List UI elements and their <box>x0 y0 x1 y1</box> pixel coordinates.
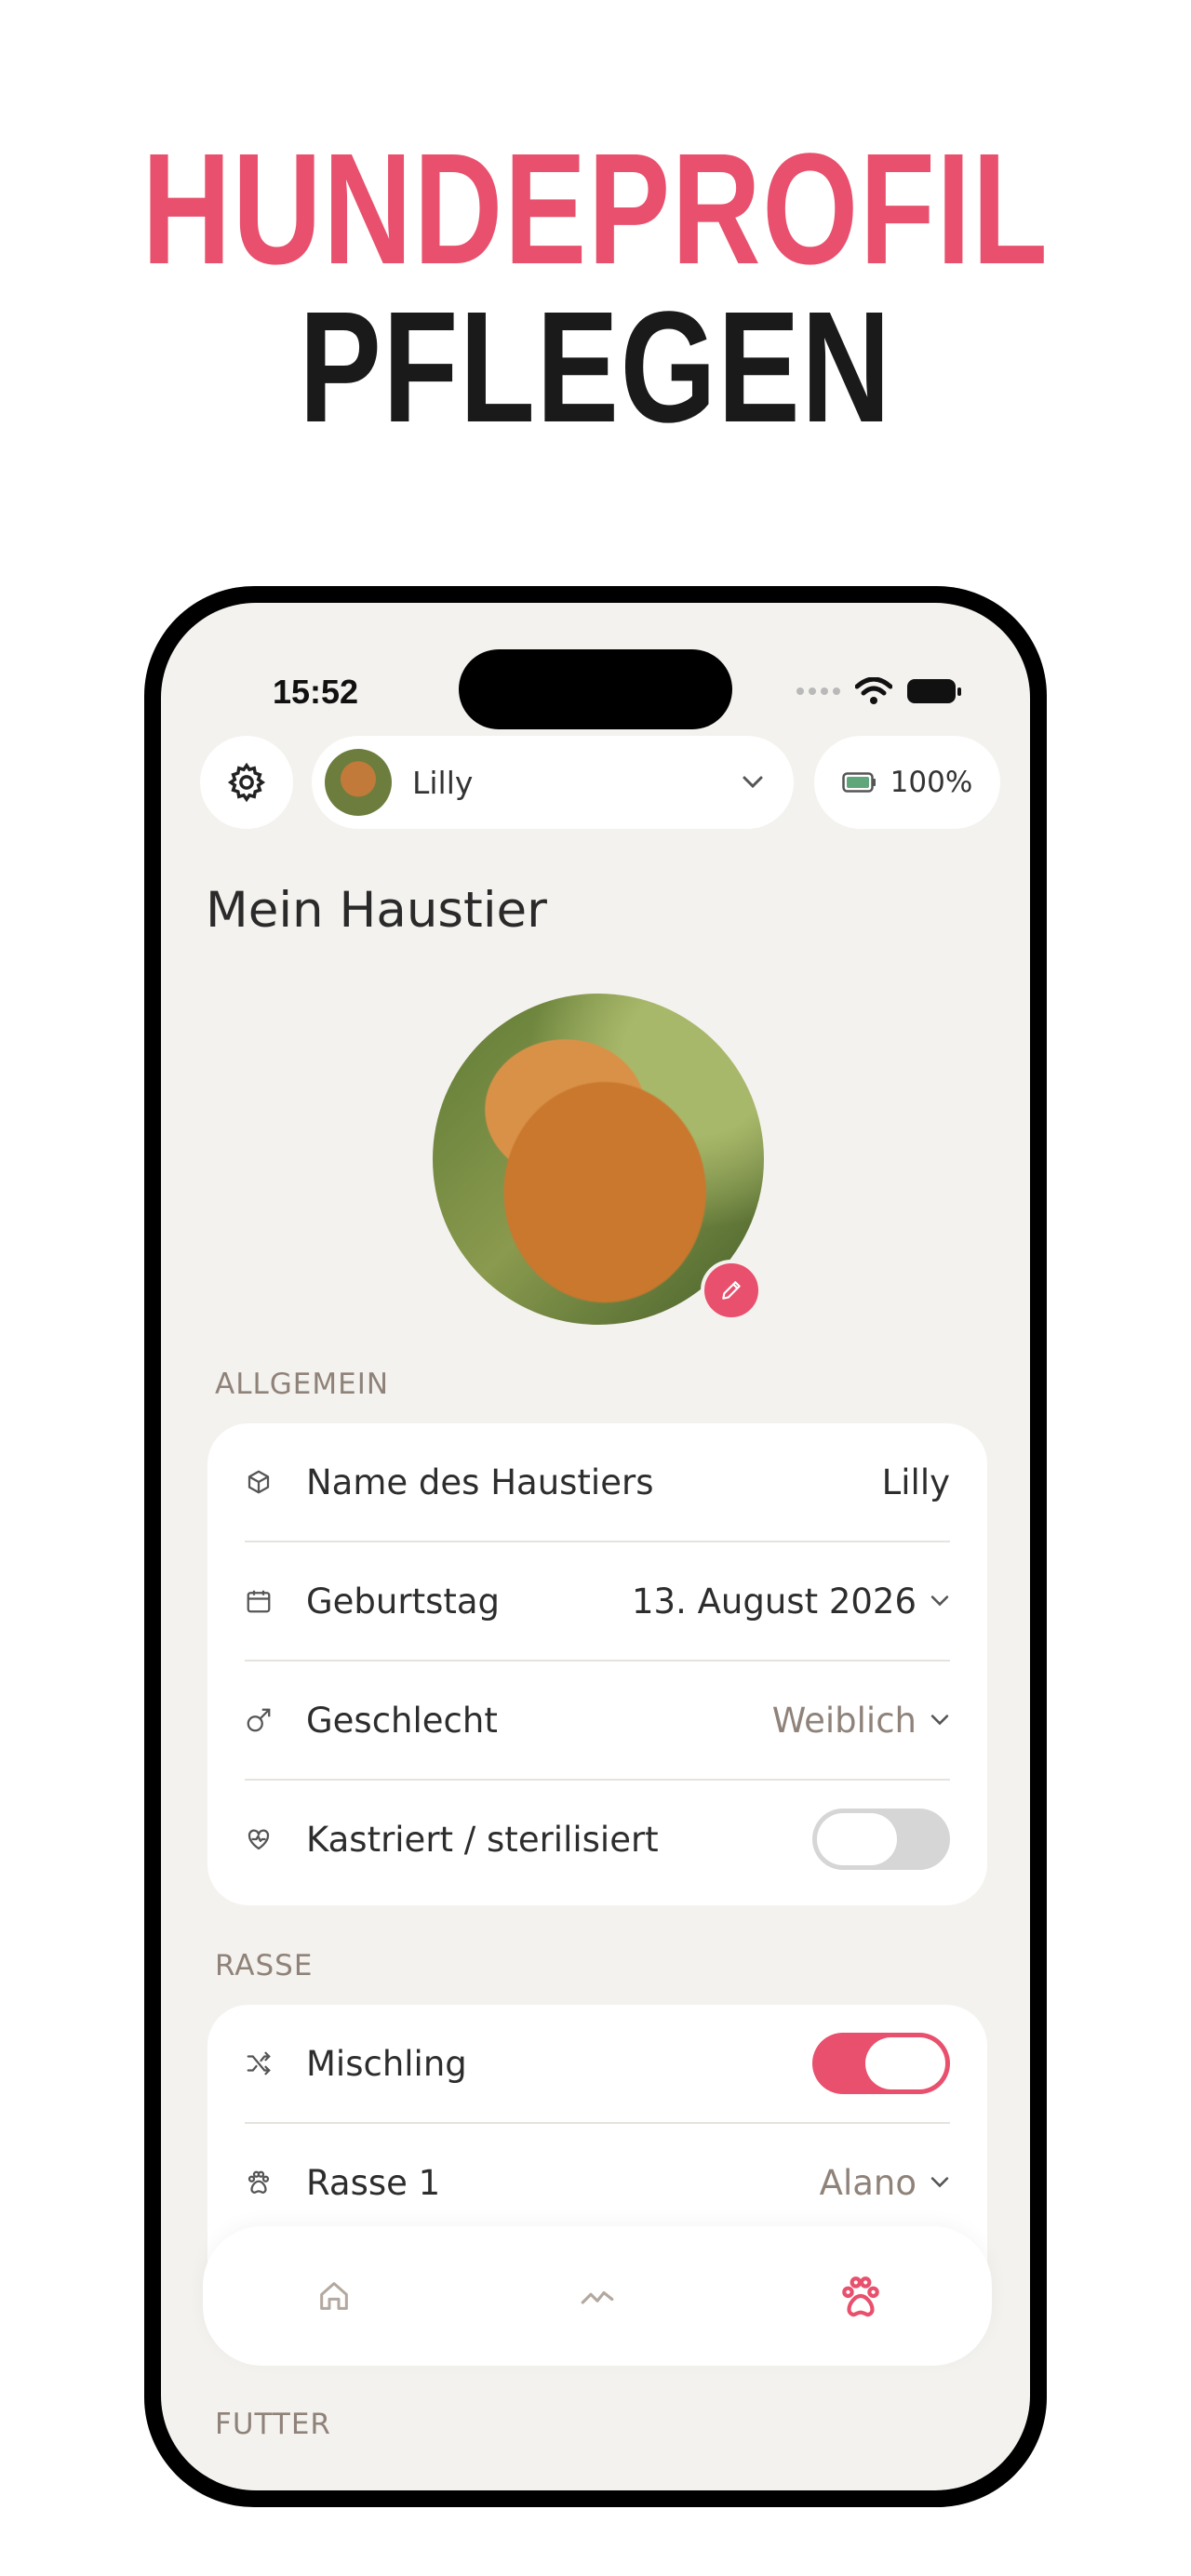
male-symbol-icon <box>245 1706 273 1734</box>
mixed-breed-row: Mischling <box>245 2005 950 2124</box>
device-battery-pill[interactable]: 100% <box>814 736 1000 829</box>
edit-photo-button[interactable] <box>701 1260 762 1321</box>
neutered-row: Kastriert / sterilisiert <box>245 1781 950 1898</box>
pet-name-row[interactable]: Name des Haustiers Lilly <box>245 1423 950 1542</box>
breed-1-value: Alano <box>819 2162 917 2203</box>
pet-selector[interactable]: Lilly <box>312 736 794 829</box>
shuffle-icon <box>245 2049 273 2077</box>
settings-button[interactable] <box>200 736 293 829</box>
mixed-breed-toggle[interactable] <box>812 2033 950 2094</box>
tab-activity[interactable] <box>551 2249 644 2342</box>
bottom-tab-bar <box>203 2226 992 2366</box>
paw-outline-icon <box>245 2169 273 2196</box>
section-label-breed: RASSE <box>215 1949 314 1982</box>
home-icon <box>320 2282 349 2310</box>
breed-1-row[interactable]: Rasse 1 Alano <box>245 2124 950 2243</box>
pet-avatar <box>325 749 392 816</box>
phone-screen: 15:52 Lilly 100% Mein Haustier ALLGEMEIN… <box>161 603 1030 2490</box>
calendar-icon <box>245 1587 273 1615</box>
gear-icon <box>227 762 266 803</box>
tab-home[interactable] <box>288 2249 381 2342</box>
heart-pulse-icon <box>245 1825 273 1853</box>
headline-line-1: HUNDEPROFIL <box>141 121 1050 298</box>
mixed-breed-label: Mischling <box>306 2043 467 2084</box>
wifi-icon <box>855 677 892 704</box>
chevron-down-icon <box>930 2177 949 2188</box>
signal-dots-icon <box>796 687 840 695</box>
activity-chart-icon <box>581 2290 614 2304</box>
paw-icon <box>841 2276 879 2317</box>
dynamic-island <box>459 649 732 729</box>
cube-icon <box>245 1468 273 1496</box>
battery-status-icon <box>907 679 961 703</box>
pet-selector-name: Lilly <box>412 764 474 801</box>
page-title: Mein Haustier <box>206 882 547 939</box>
general-card: Name des Haustiers Lilly Geburtstag 13. … <box>207 1423 987 1905</box>
gender-value-wrap: Weiblich <box>772 1701 950 1741</box>
chevron-down-icon <box>930 1715 949 1726</box>
gender-label: Geschlecht <box>306 1700 498 1741</box>
gender-value: Weiblich <box>771 1700 917 1741</box>
birthday-label: Geburtstag <box>306 1581 501 1622</box>
section-label-general: ALLGEMEIN <box>215 1368 390 1401</box>
chevron-down-icon <box>743 776 763 789</box>
headline-line-2: PFLEGEN <box>299 279 892 456</box>
breed-1-value-wrap: Alano <box>820 2163 950 2203</box>
pet-name-value: Lilly <box>881 1462 950 1502</box>
status-icons <box>796 677 961 705</box>
birthday-value-wrap: 13. August 2026 <box>632 1582 950 1622</box>
breed-1-label: Rasse 1 <box>306 2162 441 2203</box>
pencil-icon <box>722 1281 741 1300</box>
status-time: 15:52 <box>273 673 359 711</box>
neutered-label: Kastriert / sterilisiert <box>306 1819 659 1860</box>
chevron-down-icon <box>930 1595 949 1607</box>
phone-frame: 15:52 Lilly 100% Mein Haustier ALLGEMEIN… <box>144 586 1047 2507</box>
birthday-value: 13. August 2026 <box>631 1581 917 1622</box>
section-label-food: FUTTER <box>215 2408 331 2441</box>
neutered-toggle[interactable] <box>812 1809 950 1870</box>
pet-name-label: Name des Haustiers <box>306 1462 654 1502</box>
battery-icon <box>841 772 876 793</box>
tab-pet[interactable] <box>814 2249 907 2342</box>
battery-percentage: 100% <box>890 766 973 799</box>
birthday-row[interactable]: Geburtstag 13. August 2026 <box>245 1542 950 1662</box>
gender-row[interactable]: Geschlecht Weiblich <box>245 1662 950 1781</box>
